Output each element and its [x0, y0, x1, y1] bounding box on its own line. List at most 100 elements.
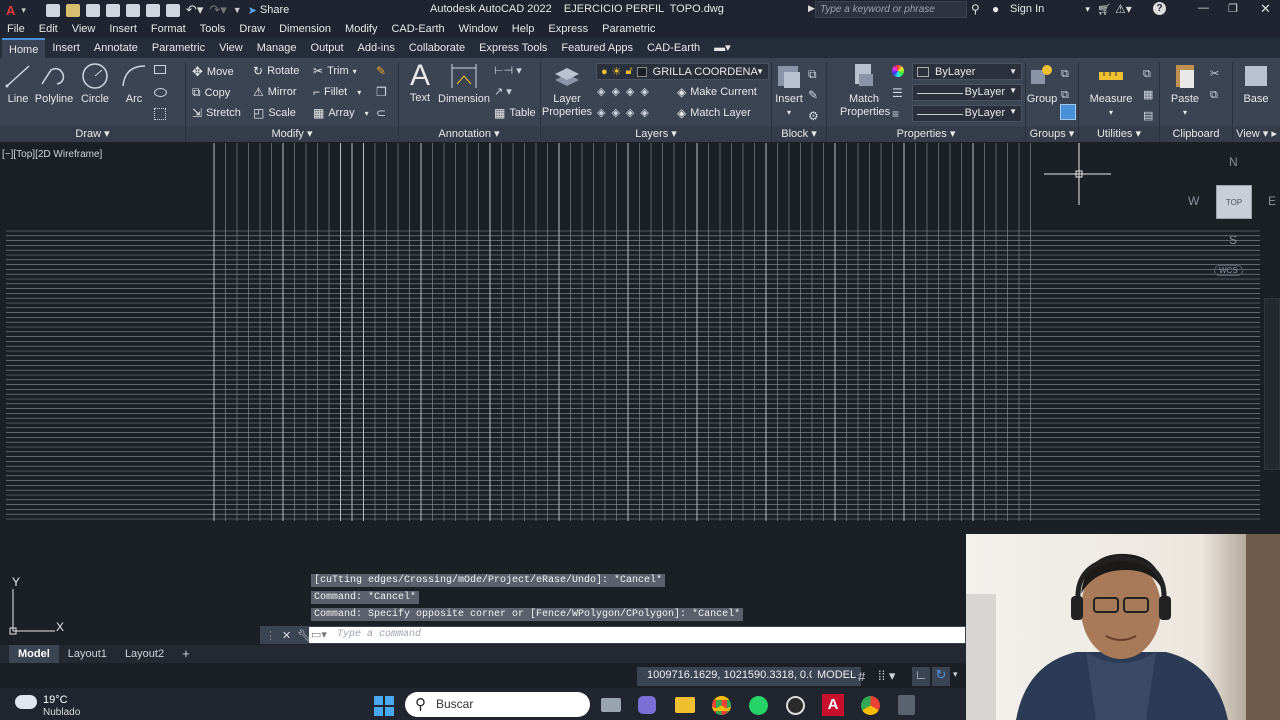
viewcube-south[interactable]: S — [1229, 233, 1237, 247]
viewcube-top-face[interactable]: TOP — [1216, 185, 1252, 219]
new-file-icon[interactable] — [45, 3, 60, 17]
chrome-profile-icon[interactable] — [861, 696, 880, 715]
copy-button[interactable]: ⧉ Copy — [192, 85, 230, 100]
calculator-icon[interactable] — [898, 695, 915, 715]
stretch-button[interactable]: ⇲ Stretch — [192, 106, 241, 120]
tab-model[interactable]: Model — [9, 645, 59, 663]
add-layout-icon[interactable]: + — [173, 645, 199, 663]
fillet-button[interactable]: ⌐ Fillet ▾ — [313, 85, 361, 99]
status-more-icon[interactable]: ▾ — [953, 669, 958, 680]
menu-item-cad-earth[interactable]: CAD-Earth — [384, 23, 451, 35]
properties-panel-title[interactable]: Properties ▾ — [827, 126, 1025, 142]
modify-panel-title[interactable]: Modify ▾ — [186, 126, 398, 142]
grid-toggle-icon[interactable]: # — [858, 669, 865, 684]
tab-manage[interactable]: Manage — [250, 38, 304, 58]
group-button[interactable]: Group — [1027, 62, 1057, 106]
menu-item-help[interactable]: Help — [505, 23, 542, 35]
menu-item-draw[interactable]: Draw — [232, 23, 272, 35]
grip-icon[interactable]: ⋮ — [265, 629, 276, 642]
linetype-dropdown[interactable]: ByLayer ▼ — [912, 84, 1022, 101]
annotation-panel-title[interactable]: Annotation ▾ — [399, 126, 539, 142]
color-wheel-icon[interactable] — [892, 65, 904, 77]
array-button[interactable]: ▦ Array ▾ — [313, 106, 369, 120]
leader-icon[interactable]: ↗ ▾ — [494, 85, 512, 98]
recent-commands-icon[interactable]: ▭▾ — [311, 628, 327, 641]
task-view-icon[interactable] — [601, 698, 621, 712]
ribbon-options-icon[interactable]: ▬▾ — [707, 38, 738, 58]
whatsapp-icon[interactable] — [749, 696, 768, 715]
undo-icon[interactable]: ↶▾ — [186, 2, 203, 18]
customize-quick-access-icon[interactable]: ▼ — [233, 5, 242, 15]
layer-properties-button[interactable]: Layer Properties — [542, 62, 592, 119]
teams-chat-icon[interactable] — [638, 696, 656, 714]
tab-cad-earth[interactable]: CAD-Earth — [640, 38, 707, 58]
taskbar-search[interactable]: ⚲ Buscar — [405, 692, 590, 717]
tab-insert[interactable]: Insert — [45, 38, 87, 58]
tab-annotate[interactable]: Annotate — [87, 38, 145, 58]
windows-start-icon[interactable] — [374, 696, 394, 716]
lineweight-icon[interactable]: ≡ — [892, 107, 899, 121]
search-icon[interactable]: ⚲ — [971, 2, 980, 16]
obs-recording-icon[interactable] — [786, 696, 805, 715]
base-view-button[interactable]: Base — [1240, 62, 1272, 106]
clipboard-panel-title[interactable]: Clipboard — [1160, 126, 1232, 142]
chevron-right-icon[interactable]: ▶ — [808, 3, 815, 14]
block-panel-title[interactable]: Block ▾ — [772, 126, 826, 142]
tab-layout2[interactable]: Layout2 — [116, 645, 173, 663]
layer-tools-row2-icon[interactable]: ◈◈◈◈ — [597, 106, 655, 119]
polar-tracking-icon[interactable]: ↻ — [932, 667, 950, 686]
layers-panel-title[interactable]: Layers ▾ — [541, 126, 771, 142]
erase-icon[interactable]: ✎ — [376, 64, 386, 78]
tab-express-tools[interactable]: Express Tools — [472, 38, 554, 58]
close-icon[interactable]: ✕ — [1260, 1, 1271, 17]
file-explorer-icon[interactable] — [675, 697, 695, 713]
text-button[interactable]: A Text — [406, 60, 434, 105]
menu-item-edit[interactable]: Edit — [32, 23, 65, 35]
layer-tools-row1-icon[interactable]: ◈◈◈◈ — [597, 85, 655, 98]
chrome-icon[interactable] — [712, 696, 731, 715]
scale-button[interactable]: ◰ Scale — [253, 106, 296, 120]
table-button[interactable]: ▦ Table — [494, 106, 536, 120]
tab-collaborate[interactable]: Collaborate — [402, 38, 472, 58]
command-input[interactable]: Type a command — [337, 629, 421, 640]
menu-item-dimension[interactable]: Dimension — [272, 23, 338, 35]
menu-item-view[interactable]: View — [65, 23, 103, 35]
offset-icon[interactable]: ⊂ — [376, 106, 386, 120]
sign-in-button[interactable]: Sign In ▾ — [1010, 3, 1090, 15]
autodesk-a360-icon[interactable]: ⚠︎▾ — [1115, 2, 1132, 16]
ortho-toggle-icon[interactable]: ∟ — [912, 667, 930, 686]
autocad-taskbar-icon[interactable]: A — [822, 694, 844, 716]
plot-icon[interactable] — [165, 3, 180, 17]
group-selection-icon[interactable] — [1060, 104, 1076, 120]
menu-item-insert[interactable]: Insert — [102, 23, 144, 35]
color-dropdown[interactable]: ByLayer ▼ — [912, 63, 1022, 80]
customize-wrench-icon[interactable]: 🔧︎ — [297, 629, 311, 642]
utilities-panel-title[interactable]: Utilities ▾ — [1079, 126, 1159, 142]
hatch-icon[interactable] — [154, 88, 167, 97]
draw-panel-title[interactable]: Draw ▾ — [0, 126, 185, 142]
tab-add-ins[interactable]: Add-ins — [351, 38, 402, 58]
help-icon[interactable]: ? — [1153, 2, 1166, 15]
wcs-menu[interactable]: WCS — [1214, 265, 1243, 276]
linear-dimension-icon[interactable]: ⊢⊣ ▾ — [494, 64, 522, 77]
share-button[interactable]: ➤ Share — [248, 4, 290, 17]
tab-parametric[interactable]: Parametric — [145, 38, 212, 58]
dimension-button[interactable]: Dimension — [438, 62, 490, 106]
weather-temperature[interactable]: 19°C — [43, 694, 68, 706]
viewcube-north[interactable]: N — [1229, 155, 1238, 169]
autocad-logo-icon[interactable]: A — [6, 3, 15, 18]
view-panel-title[interactable]: View ▾ ▸ — [1233, 126, 1280, 142]
utility-tools-icon[interactable]: ⧉ ▦ ▤ — [1143, 64, 1153, 127]
save-icon[interactable] — [85, 3, 100, 17]
table-grid-icon[interactable] — [154, 108, 166, 120]
groups-panel-title[interactable]: Groups ▾ — [1026, 126, 1078, 142]
rectangle-icon[interactable] — [154, 65, 166, 74]
menu-item-parametric[interactable]: Parametric — [595, 23, 662, 35]
menu-item-tools[interactable]: Tools — [193, 23, 233, 35]
keyword-search-input[interactable]: Type a keyword or phrase — [815, 1, 967, 18]
paste-button[interactable]: Paste ▾ — [1168, 62, 1202, 119]
rotate-button[interactable]: ↻ Rotate — [253, 64, 299, 78]
weather-cloud-icon[interactable] — [15, 695, 37, 709]
open-web-icon[interactable] — [125, 3, 140, 17]
menu-item-file[interactable]: File — [0, 23, 32, 35]
